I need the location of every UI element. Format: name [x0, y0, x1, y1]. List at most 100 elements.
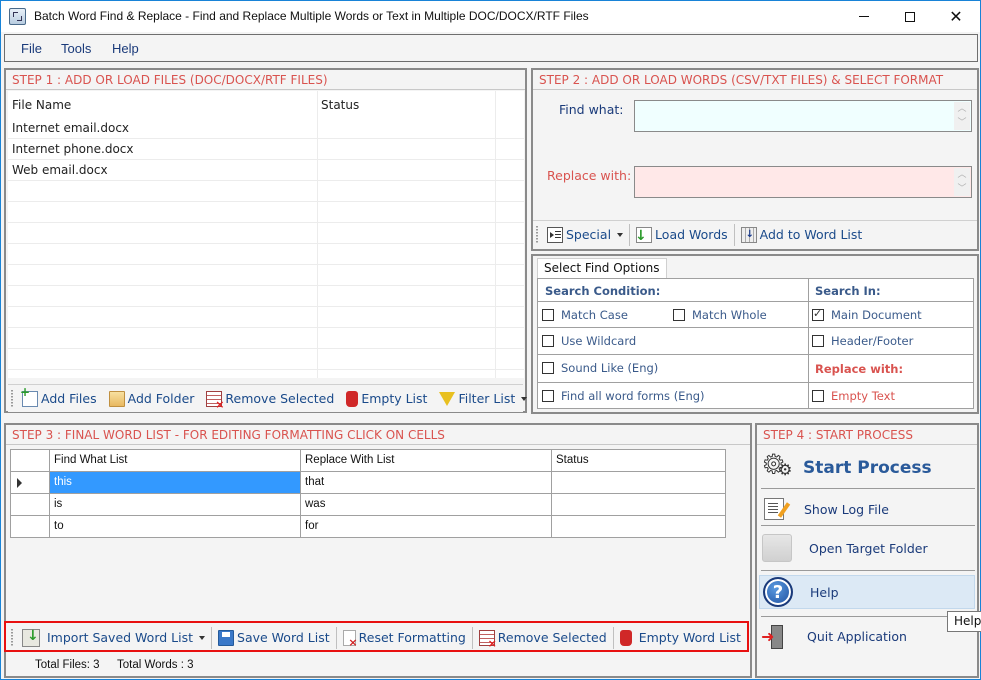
step1-panel: STEP 1 : ADD OR LOAD FILES (DOC/DOCX/RTF… — [4, 68, 528, 413]
file-row[interactable]: Internet email.docx — [8, 118, 524, 139]
find-cell[interactable]: this — [49, 472, 300, 493]
exit-door-icon — [761, 625, 785, 649]
open-target-folder-button[interactable]: Open Target Folder — [759, 530, 976, 566]
word-grid-header: Find What List Replace With List Status — [11, 450, 725, 472]
find-cell[interactable]: to — [49, 516, 300, 537]
filter-list-label: Filter List — [458, 391, 516, 406]
start-process-button[interactable]: Start Process — [759, 450, 976, 485]
file-name: Internet email.docx — [12, 121, 130, 135]
empty-list-button[interactable]: Empty List — [342, 387, 431, 411]
sound-like-checkbox[interactable]: Sound Like (Eng) — [542, 361, 658, 375]
file-grid-header: File Name Status — [8, 91, 524, 118]
match-whole-checkbox[interactable]: Match Whole — [673, 308, 767, 322]
show-log-file-button[interactable]: Show Log File — [759, 493, 976, 525]
column-find-what[interactable]: Find What List — [49, 450, 300, 471]
add-to-word-list-button[interactable]: Add to Word List — [737, 223, 867, 247]
filter-list-button[interactable]: Filter List — [435, 387, 531, 411]
step2-header: STEP 2 : ADD OR LOAD WORDS (CSV/TXT FILE… — [533, 70, 977, 90]
match-whole-label: Match Whole — [692, 308, 767, 322]
status-cell[interactable] — [551, 516, 725, 537]
remove-selected-files-button[interactable]: Remove Selected — [202, 387, 338, 411]
empty-row — [8, 181, 524, 202]
toolbar-separator — [629, 223, 631, 246]
find-all-forms-label: Find all word forms (Eng) — [561, 389, 705, 403]
file-row[interactable]: Internet phone.docx — [8, 139, 524, 160]
add-to-list-icon — [740, 226, 757, 243]
menu-tools[interactable]: Tools — [61, 41, 91, 56]
window-title: Batch Word Find & Replace - Find and Rep… — [34, 9, 589, 23]
highlight-annotation — [4, 621, 749, 652]
find-what-label: Find what: — [559, 102, 624, 117]
empty-row — [8, 244, 524, 265]
help-label: Help — [810, 584, 839, 600]
add-folder-button[interactable]: Add Folder — [105, 387, 199, 411]
menu-file[interactable]: File — [21, 41, 42, 56]
step1-toolbar: Add Files Add Folder Remove Selected Emp… — [8, 384, 528, 412]
add-files-label: Add Files — [41, 391, 97, 406]
empty-row — [8, 223, 524, 244]
add-file-icon — [20, 385, 38, 407]
find-all-word-forms-checkbox[interactable]: Find all word forms (Eng) — [542, 389, 705, 403]
column-file-name[interactable]: File Name — [12, 98, 71, 112]
word-row[interactable]: is was — [11, 494, 725, 516]
checkbox-icon — [812, 390, 824, 402]
main-document-label: Main Document — [831, 308, 922, 322]
add-files-button[interactable]: Add Files — [18, 385, 101, 411]
minimize-button[interactable] — [841, 1, 887, 32]
empty-row — [8, 202, 524, 223]
empty-row — [8, 349, 524, 370]
load-icon — [635, 226, 653, 244]
maximize-icon — [905, 11, 915, 22]
help-button[interactable]: ? Help — [759, 575, 975, 609]
special-button[interactable]: Special — [543, 223, 627, 247]
sound-like-label: Sound Like (Eng) — [561, 361, 659, 375]
column-status[interactable]: Status — [321, 98, 359, 112]
step2-panel: STEP 2 : ADD OR LOAD WORDS (CSV/TXT FILE… — [531, 68, 979, 251]
empty-row — [8, 307, 524, 328]
find-scrollbar[interactable]: ︿ ﹀ — [954, 102, 970, 130]
menu-help[interactable]: Help — [112, 41, 139, 56]
toolbar-grip[interactable] — [536, 226, 538, 244]
word-list-grid[interactable]: Find What List Replace With List Status … — [10, 449, 726, 538]
add-to-word-list-label: Add to Word List — [759, 227, 863, 242]
show-log-label: Show Log File — [804, 501, 889, 517]
use-wildcard-checkbox[interactable]: Use Wildcard — [542, 334, 636, 348]
app-icon — [9, 8, 26, 25]
load-words-label: Load Words — [655, 227, 728, 242]
word-row[interactable]: this that — [11, 472, 725, 494]
trash-icon — [346, 390, 359, 407]
status-cell[interactable] — [551, 472, 725, 493]
find-options-panel: Select Find Options Search Condition: Se… — [531, 254, 979, 414]
quit-application-button[interactable]: Quit Application — [759, 621, 976, 651]
empty-text-checkbox[interactable]: Empty Text — [812, 389, 895, 403]
special-icon — [547, 226, 563, 243]
replace-cell[interactable]: for — [300, 516, 551, 537]
separator — [761, 570, 975, 571]
file-row[interactable]: Web email.docx — [8, 160, 524, 181]
close-button[interactable]: ✕ — [933, 1, 979, 32]
close-icon: ✕ — [949, 7, 963, 26]
replace-cell[interactable]: was — [300, 494, 551, 515]
replace-with-input[interactable]: ︿ ﹀ — [634, 166, 972, 198]
special-label: Special — [566, 227, 612, 242]
load-words-button[interactable]: Load Words — [632, 223, 732, 247]
quit-label: Quit Application — [807, 628, 907, 644]
status-cell[interactable] — [551, 494, 725, 515]
maximize-button[interactable] — [887, 1, 933, 32]
match-case-checkbox[interactable]: Match Case — [542, 308, 628, 322]
empty-list-label: Empty List — [361, 391, 428, 406]
find-cell[interactable]: is — [49, 494, 300, 515]
empty-text-label: Empty Text — [831, 389, 895, 403]
main-document-checkbox[interactable]: Main Document — [812, 307, 922, 322]
toolbar-grip[interactable] — [11, 390, 13, 408]
find-what-input[interactable]: ︿ ﹀ — [634, 100, 972, 132]
replace-scrollbar[interactable]: ︿ ﹀ — [954, 168, 970, 196]
column-status[interactable]: Status — [551, 450, 725, 471]
column-replace-with[interactable]: Replace With List — [300, 450, 551, 471]
replace-cell[interactable]: that — [300, 472, 551, 493]
checkbox-icon — [812, 335, 824, 347]
word-row[interactable]: to for — [11, 516, 725, 538]
tab-select-find-options[interactable]: Select Find Options — [537, 258, 667, 278]
file-grid[interactable]: File Name Status Internet email.docx Int… — [8, 91, 524, 378]
header-footer-checkbox[interactable]: Header/Footer — [812, 334, 913, 348]
